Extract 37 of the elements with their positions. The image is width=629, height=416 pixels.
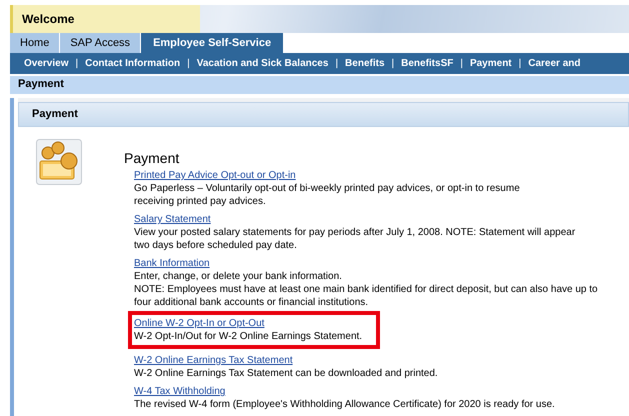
sub-navigation-link[interactable]: Overview bbox=[24, 57, 68, 70]
link[interactable]: Online W-2 Opt-In or Opt-Out bbox=[134, 318, 264, 329]
breadcrumb: Payment bbox=[10, 76, 629, 94]
nav-tab[interactable]: Employee Self-Service bbox=[141, 33, 284, 53]
link[interactable]: W-2 Online Earnings Tax Statement bbox=[134, 355, 293, 366]
nav-tab[interactable]: Home bbox=[10, 33, 60, 53]
sub-navigation-link[interactable]: Payment bbox=[470, 57, 512, 70]
description-text: Enter, change, or delete your bank information. bbox=[134, 270, 343, 283]
link[interactable]: Printed Pay Advice Opt-out or Opt-in bbox=[134, 170, 296, 181]
description-text: The revised W-4 form (Employee's Withholding Allowance Certificate) for 2020 is ready for use. bbox=[134, 398, 556, 411]
description-text: W-2 Opt-In/Out for W-2 Online Earnings Statement. bbox=[134, 330, 364, 343]
panel-title: Payment bbox=[18, 102, 629, 127]
description-text: four additional bank accounts or financial institutions. bbox=[134, 296, 370, 309]
description-text: View your posted salary statements for pay periods after July 1, 2008. NOTE: Statement will appear bbox=[134, 226, 576, 239]
link[interactable]: Salary Statement bbox=[134, 214, 211, 225]
sub-navigation-link[interactable]: Vacation and Sick Balances bbox=[196, 57, 328, 70]
welcome-title: Welcome bbox=[10, 5, 200, 33]
description-text: Go Paperless – Voluntarily opt-out of bi-weekly printed pay advices, or opt-in to resume bbox=[134, 182, 521, 195]
separator: | bbox=[460, 57, 463, 70]
separator: | bbox=[392, 57, 394, 70]
section-heading: Payment bbox=[124, 150, 180, 166]
sub-navigation-link[interactable]: Contact Information bbox=[85, 57, 180, 70]
separator: | bbox=[335, 57, 338, 70]
sub-navigation-link[interactable]: BenefitsSF bbox=[401, 57, 454, 70]
sub-navigation-link[interactable]: Benefits bbox=[345, 57, 384, 70]
link[interactable]: W-4 Tax Withholding bbox=[134, 386, 226, 397]
description-text: W-2 Online Earnings Tax Statement can be downloaded and printed. bbox=[134, 367, 439, 380]
description-text: receiving printed pay advices. bbox=[134, 195, 267, 208]
nav-tab[interactable]: SAP Access bbox=[60, 33, 142, 53]
coins-and-banknote-icon bbox=[36, 139, 82, 185]
description-text: two days before scheduled pay date. bbox=[134, 239, 298, 252]
separator: | bbox=[75, 57, 78, 70]
separator: | bbox=[187, 57, 190, 70]
sub-navigation-link[interactable]: Career and bbox=[528, 57, 580, 70]
separator: | bbox=[518, 57, 522, 70]
description-text: NOTE: Employees must have at least one main bank identified for direct deposit, but can also have up to bbox=[134, 283, 598, 296]
link[interactable]: Bank Information bbox=[134, 258, 210, 269]
